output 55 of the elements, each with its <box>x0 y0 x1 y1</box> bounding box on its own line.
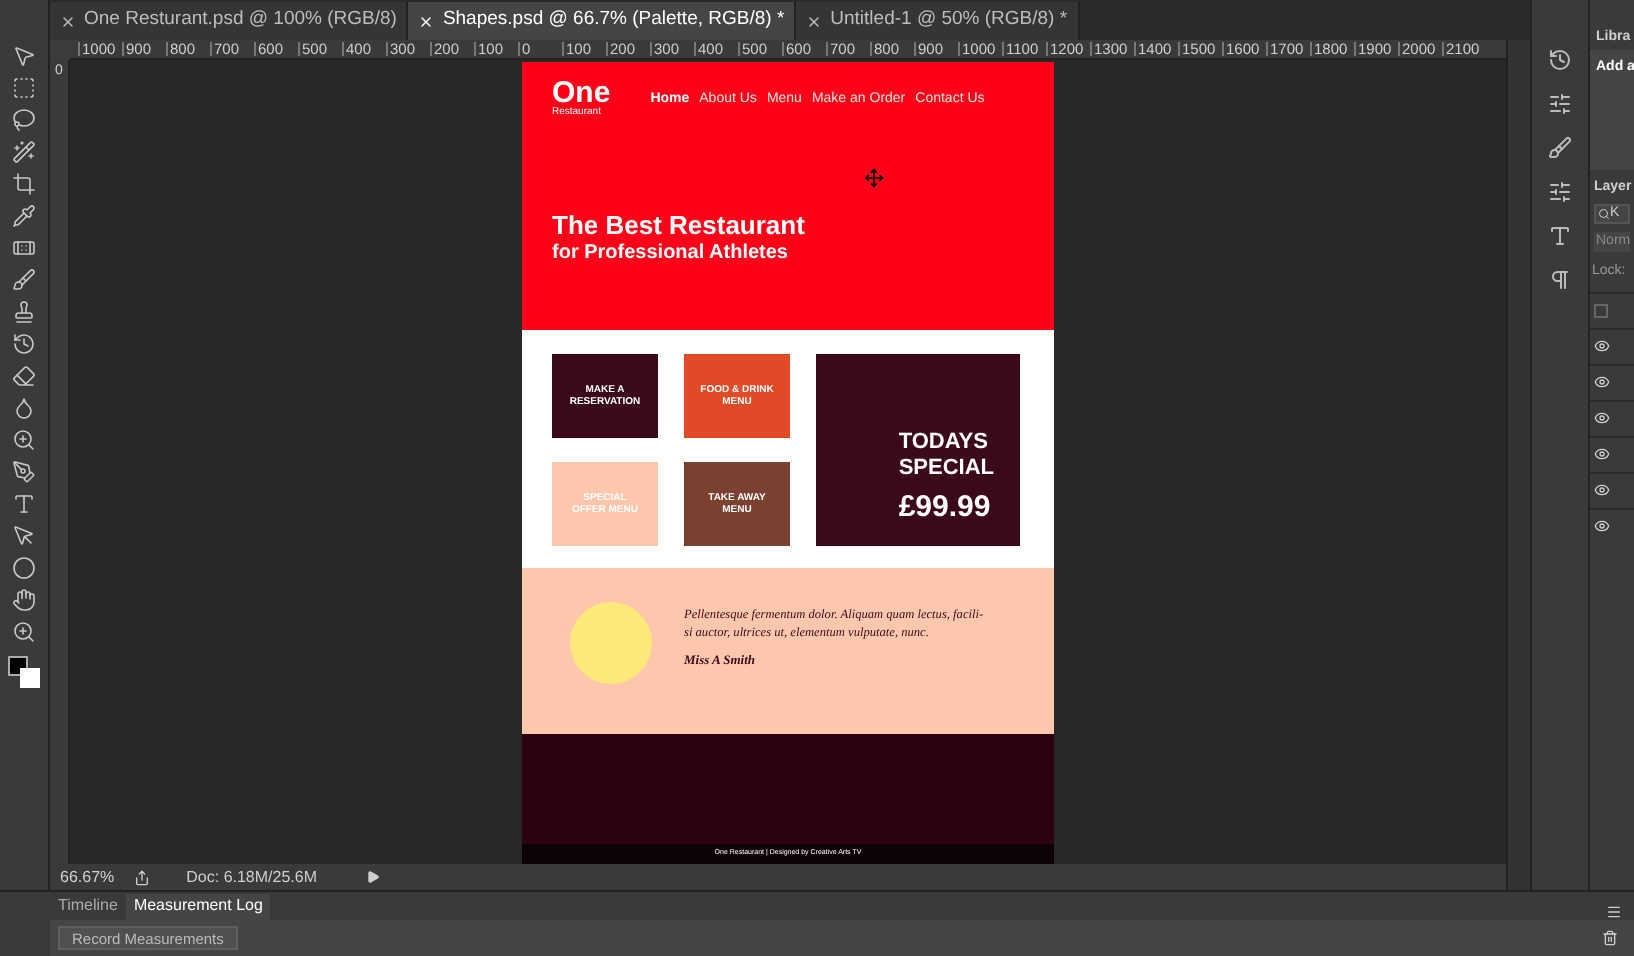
brush-icon[interactable] <box>1548 136 1572 160</box>
color-swatches[interactable] <box>8 656 40 688</box>
zoom-level[interactable]: 66.67% <box>60 865 115 889</box>
logo-title: One <box>552 78 611 108</box>
zoom-icon[interactable] <box>12 620 36 644</box>
share-icon[interactable] <box>134 869 151 885</box>
special-label: SPECIAL <box>898 455 994 481</box>
panel-menu-icon[interactable] <box>1606 903 1622 920</box>
history-icon[interactable] <box>1548 48 1572 72</box>
lasso-icon[interactable] <box>12 108 36 132</box>
eye-icon[interactable] <box>1594 446 1610 462</box>
type-icon[interactable] <box>1548 224 1572 248</box>
ellipse-icon[interactable] <box>12 556 36 580</box>
pipette-icon[interactable] <box>12 204 36 228</box>
panel-tab[interactable]: Timeline <box>50 893 126 920</box>
stamp-icon[interactable] <box>12 300 36 324</box>
eye-icon[interactable] <box>1594 374 1610 390</box>
move-cursor-icon <box>864 168 884 188</box>
visibility-toggle[interactable] <box>1594 303 1608 317</box>
pointer-icon[interactable] <box>12 44 36 68</box>
history-icon[interactable] <box>12 332 36 356</box>
dashed-square-icon[interactable] <box>12 76 36 100</box>
type-icon[interactable] <box>12 492 36 516</box>
document-size: Doc: 6.18M/25.6M <box>186 865 320 889</box>
eye-icon[interactable] <box>1594 410 1610 426</box>
search-icon <box>1598 208 1610 220</box>
document-tab[interactable]: One Resturant.psd @ 100% (RGB/8) <box>50 2 409 40</box>
close-icon[interactable] <box>418 13 435 29</box>
bandage-icon[interactable] <box>12 236 36 260</box>
document-tab[interactable]: Shapes.psd @ 66.7% (Palette, RGB/8) * <box>408 2 797 40</box>
brush-icon[interactable] <box>12 268 36 292</box>
crop-icon[interactable] <box>12 172 36 196</box>
paragraph-icon[interactable] <box>1548 268 1572 292</box>
sliders-icon[interactable] <box>1548 92 1572 116</box>
special-label: TODAYS <box>898 429 988 455</box>
eye-icon[interactable] <box>1594 482 1610 498</box>
droplet-icon[interactable] <box>12 396 36 420</box>
close-icon[interactable] <box>806 13 823 29</box>
hero-title: The Best Restaurant <box>552 210 807 243</box>
hand-icon[interactable] <box>12 588 36 612</box>
eye-icon[interactable] <box>1594 518 1610 534</box>
hero-subtitle: for Professional Athletes <box>552 242 790 268</box>
trash-icon[interactable] <box>1602 929 1618 946</box>
magnifier-icon[interactable] <box>12 428 36 452</box>
close-icon[interactable] <box>60 13 76 29</box>
wand-icon[interactable] <box>12 140 36 164</box>
arrow-icon[interactable] <box>12 524 36 548</box>
document-tab[interactable]: Untitled-1 @ 50% (RGB/8) * <box>796 2 1080 40</box>
eye-icon[interactable] <box>1594 338 1610 354</box>
special-price: £99.99 <box>898 487 991 527</box>
panel-tab[interactable]: Measurement Log <box>125 893 271 920</box>
eraser-icon[interactable] <box>12 364 36 388</box>
adjust-icon[interactable] <box>1548 180 1572 204</box>
pen-icon[interactable] <box>12 460 36 484</box>
play-icon[interactable] <box>366 870 381 884</box>
